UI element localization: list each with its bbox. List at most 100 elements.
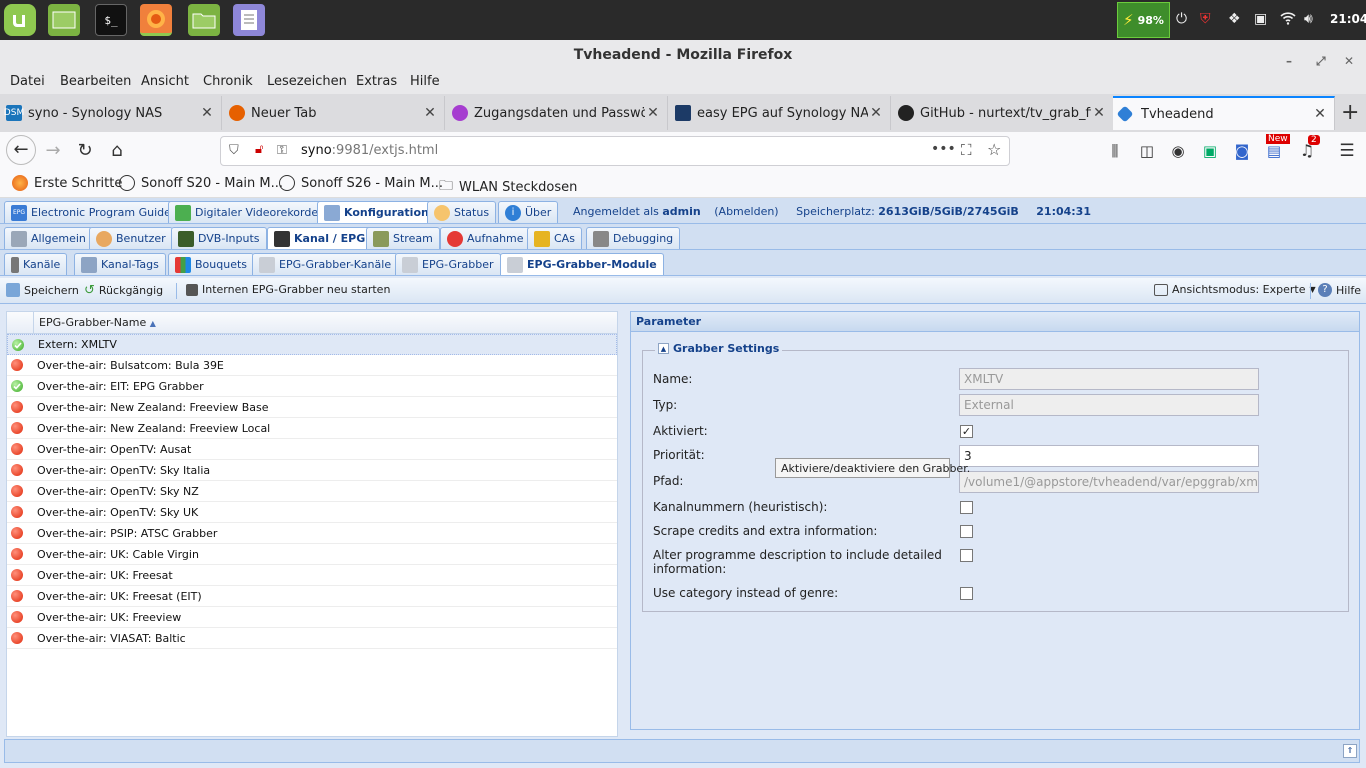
- volume-icon[interactable]: 🔊︎: [1304, 11, 1313, 27]
- table-row[interactable]: Over-the-air: UK: Cable Virgin: [7, 544, 617, 565]
- home-icon[interactable]: ⌂: [104, 139, 130, 163]
- tab-benutzer[interactable]: Benutzer: [89, 227, 173, 249]
- bookmark-sonoff-s20[interactable]: Sonoff S20 - Main M...: [119, 175, 283, 191]
- extension-icon[interactable]: ▣: [1197, 139, 1223, 163]
- logout-link[interactable]: (Abmelden): [714, 205, 778, 218]
- tab-easy-epg[interactable]: easy EPG auf Synology NAS - ✕: [669, 96, 891, 130]
- name-field[interactable]: XMLTV: [959, 368, 1259, 390]
- dropbox-icon[interactable]: ❖: [1228, 11, 1241, 27]
- hamburger-menu-icon[interactable]: ☰: [1334, 139, 1360, 163]
- table-row[interactable]: Over-the-air: PSIP: ATSC Grabber: [7, 523, 617, 544]
- table-row[interactable]: Over-the-air: UK: Freesat (EIT): [7, 586, 617, 607]
- bookmark-wlan-steckdosen[interactable]: 🗀 WLAN Steckdosen: [439, 175, 577, 199]
- bookmark-erste-schritte[interactable]: Erste Schritte: [12, 175, 122, 191]
- save-button[interactable]: Speichern: [6, 283, 79, 297]
- tab-github[interactable]: GitHub - nurtext/tv_grab_file ✕: [892, 96, 1114, 130]
- menu-chronik[interactable]: Chronik: [203, 74, 253, 89]
- url-bar[interactable]: ⛉ 🔓︎ ⚿ syno:9981/extjs.html ••• ⛶ ☆: [220, 136, 1010, 166]
- scrape-credits-checkbox[interactable]: [960, 525, 973, 538]
- menu-hilfe[interactable]: Hilfe: [410, 74, 440, 89]
- mint-menu-icon[interactable]: [4, 4, 36, 36]
- bookmark-star-icon[interactable]: ☆: [987, 140, 1001, 159]
- tab-epg[interactable]: EPG Electronic Program Guide: [4, 201, 178, 223]
- table-row[interactable]: Over-the-air: OpenTV: Sky NZ: [7, 481, 617, 502]
- enabled-checkbox[interactable]: ✓: [960, 425, 973, 438]
- type-field[interactable]: External: [959, 394, 1259, 416]
- tab-ueber[interactable]: i Über: [498, 201, 559, 223]
- tab-aufnahme[interactable]: Aufnahme: [440, 227, 531, 249]
- bookmark-sonoff-s26[interactable]: Sonoff S26 - Main M...: [279, 175, 443, 191]
- table-row[interactable]: Over-the-air: UK: Freeview: [7, 607, 617, 628]
- table-row[interactable]: Extern: XMLTV: [7, 334, 617, 355]
- tab-debugging[interactable]: Debugging: [586, 227, 681, 249]
- shield-icon[interactable]: ⛨: [1200, 11, 1211, 27]
- files-icon[interactable]: [188, 4, 220, 36]
- tab-epg-grabber-module[interactable]: EPG-Grabber-Module: [500, 253, 664, 275]
- expand-up-icon[interactable]: ⇑: [1343, 744, 1357, 758]
- collapse-icon[interactable]: ▲: [658, 343, 669, 354]
- table-row[interactable]: Over-the-air: OpenTV: Ausat: [7, 439, 617, 460]
- insecure-lock-icon[interactable]: 🔓︎: [255, 142, 263, 157]
- keepass-icon[interactable]: ▣: [1254, 11, 1267, 27]
- tab-konfiguration[interactable]: Konfiguration: [317, 201, 436, 223]
- menu-datei[interactable]: Datei: [10, 74, 45, 89]
- menu-extras[interactable]: Extras: [356, 74, 397, 89]
- table-row[interactable]: Over-the-air: New Zealand: Freeview Loca…: [7, 418, 617, 439]
- new-tab-icon[interactable]: +: [1341, 100, 1359, 125]
- sidebar-icon[interactable]: ◫: [1134, 139, 1160, 163]
- tab-close-icon[interactable]: ✕: [645, 105, 661, 121]
- use-category-checkbox[interactable]: [960, 587, 973, 600]
- table-row[interactable]: Over-the-air: Bulsatcom: Bula 39E: [7, 355, 617, 376]
- priority-field[interactable]: 3: [959, 445, 1259, 467]
- alter-description-checkbox[interactable]: [960, 549, 973, 562]
- tab-stream[interactable]: Stream: [366, 227, 440, 249]
- tab-kanaele[interactable]: Kanäle: [4, 253, 68, 275]
- reload-icon[interactable]: ↻: [72, 139, 98, 163]
- table-row[interactable]: Over-the-air: UK: Freesat: [7, 565, 617, 586]
- tab-lockwise[interactable]: Zugangsdaten und Passwört ✕: [446, 96, 668, 130]
- tab-cas[interactable]: CAs: [527, 227, 582, 249]
- screenshot-icon[interactable]: ◙: [1229, 139, 1255, 163]
- tab-kanal-tags[interactable]: Kanal-Tags: [74, 253, 166, 275]
- menu-bearbeiten[interactable]: Bearbeiten: [60, 74, 131, 89]
- restart-grabber-button[interactable]: Internen EPG-Grabber neu starten: [186, 283, 390, 296]
- back-icon[interactable]: ←: [6, 135, 36, 165]
- view-mode-button[interactable]: Ansichtsmodus: Experte ▼: [1154, 283, 1316, 296]
- tab-epg-grabber-kanaele[interactable]: EPG-Grabber-Kanäle: [252, 253, 399, 275]
- menu-lesezeichen[interactable]: Lesezeichen: [267, 74, 347, 89]
- firefox-taskbar-icon[interactable]: [140, 4, 172, 36]
- tab-status[interactable]: Status: [427, 201, 497, 223]
- tab-dvb-inputs[interactable]: DVB-Inputs: [171, 227, 267, 249]
- forward-icon[interactable]: →: [40, 139, 66, 163]
- tab-synology[interactable]: DSM syno - Synology NAS ✕: [0, 96, 222, 130]
- table-row[interactable]: Over-the-air: OpenTV: Sky UK: [7, 502, 617, 523]
- channel-numbers-checkbox[interactable]: [960, 501, 973, 514]
- help-button[interactable]: ? Hilfe: [1318, 283, 1361, 297]
- menu-ansicht[interactable]: Ansicht: [141, 74, 189, 89]
- table-row[interactable]: Over-the-air: EIT: EPG Grabber: [7, 376, 617, 397]
- tab-dvr[interactable]: Digitaler Videorekorder: [168, 201, 330, 223]
- path-field[interactable]: /volume1/@appstore/tvheadend/var/epggrab…: [959, 471, 1259, 493]
- clock[interactable]: 21:04: [1330, 12, 1366, 26]
- battery-indicator[interactable]: ⚡ 98%: [1117, 2, 1170, 38]
- tab-close-icon[interactable]: ✕: [868, 105, 884, 121]
- column-header-name[interactable]: EPG-Grabber-Name ▲: [39, 316, 156, 329]
- fieldset-legend[interactable]: ▲ Grabber Settings: [655, 342, 783, 355]
- tab-epg-grabber[interactable]: EPG-Grabber: [395, 253, 501, 275]
- undo-button[interactable]: ↺ Rückgängig: [84, 283, 163, 298]
- table-row[interactable]: Over-the-air: OpenTV: Sky Italia: [7, 460, 617, 481]
- text-editor-icon[interactable]: [233, 4, 265, 36]
- account-icon[interactable]: ◉: [1165, 139, 1191, 163]
- table-row[interactable]: Over-the-air: New Zealand: Freeview Base: [7, 397, 617, 418]
- library-icon[interactable]: ⫼: [1102, 139, 1128, 163]
- terminal-icon[interactable]: $_: [95, 4, 127, 36]
- pocket-icon[interactable]: ⛶: [961, 141, 972, 159]
- table-row[interactable]: Over-the-air: VIASAT: Baltic: [7, 628, 617, 649]
- tracking-shield-icon[interactable]: ⛉: [229, 143, 239, 158]
- tab-close-icon[interactable]: ✕: [422, 105, 438, 121]
- tab-close-icon[interactable]: ✕: [1091, 105, 1107, 121]
- wifi-icon[interactable]: [1280, 11, 1296, 29]
- tab-close-icon[interactable]: ✕: [199, 105, 215, 121]
- power-icon[interactable]: ⏻: [1176, 11, 1187, 27]
- tab-close-icon[interactable]: ✕: [1312, 106, 1328, 122]
